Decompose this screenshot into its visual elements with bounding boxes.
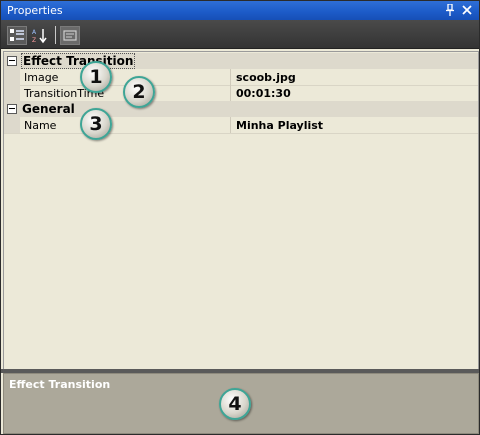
property-row-name[interactable]: Name Minha Playlist <box>4 117 478 134</box>
property-value[interactable]: Minha Playlist <box>236 119 323 132</box>
category-label: Effect Transition <box>20 53 136 69</box>
column-divider[interactable] <box>230 117 231 133</box>
category-general[interactable]: General <box>4 101 478 117</box>
svg-text:Z: Z <box>32 37 36 44</box>
property-row-image[interactable]: Image scoob.jpg <box>4 69 478 86</box>
column-divider[interactable] <box>230 85 231 101</box>
toolbar-separator <box>55 26 56 44</box>
toolbar: A Z <box>1 20 479 49</box>
row-gutter <box>4 85 20 101</box>
close-icon[interactable] <box>459 2 475 18</box>
property-name: Image <box>24 71 59 84</box>
property-name: Name <box>24 119 57 132</box>
collapse-icon[interactable] <box>7 56 17 66</box>
callout-badge: 2 <box>123 76 155 108</box>
categorized-icon[interactable] <box>7 26 27 45</box>
properties-window: Properties A Z Effect Transition Image s… <box>0 0 480 435</box>
category-label: General <box>22 102 75 116</box>
pin-icon[interactable] <box>442 2 458 18</box>
property-grid: Effect Transition Image scoob.jpg Transi… <box>3 51 479 371</box>
alphabetical-icon[interactable]: A Z <box>30 26 50 45</box>
callout-badge: 3 <box>80 108 112 140</box>
property-pages-icon[interactable] <box>60 26 80 45</box>
row-gutter <box>4 69 20 85</box>
description-title: Effect Transition <box>9 378 111 391</box>
callout-badge: 1 <box>80 61 112 93</box>
title-bar: Properties <box>1 1 479 20</box>
svg-text:A: A <box>32 29 37 36</box>
collapse-icon[interactable] <box>7 104 17 114</box>
column-divider[interactable] <box>230 69 231 85</box>
property-value[interactable]: scoob.jpg <box>236 71 296 84</box>
property-value[interactable]: 00:01:30 <box>236 87 291 100</box>
property-row-transitiontime[interactable]: TransitionTime 00:01:30 <box>4 85 478 102</box>
category-effect-transition[interactable]: Effect Transition <box>4 53 478 69</box>
row-gutter <box>4 117 20 133</box>
window-title: Properties <box>7 4 63 17</box>
callout-badge: 4 <box>219 388 251 420</box>
